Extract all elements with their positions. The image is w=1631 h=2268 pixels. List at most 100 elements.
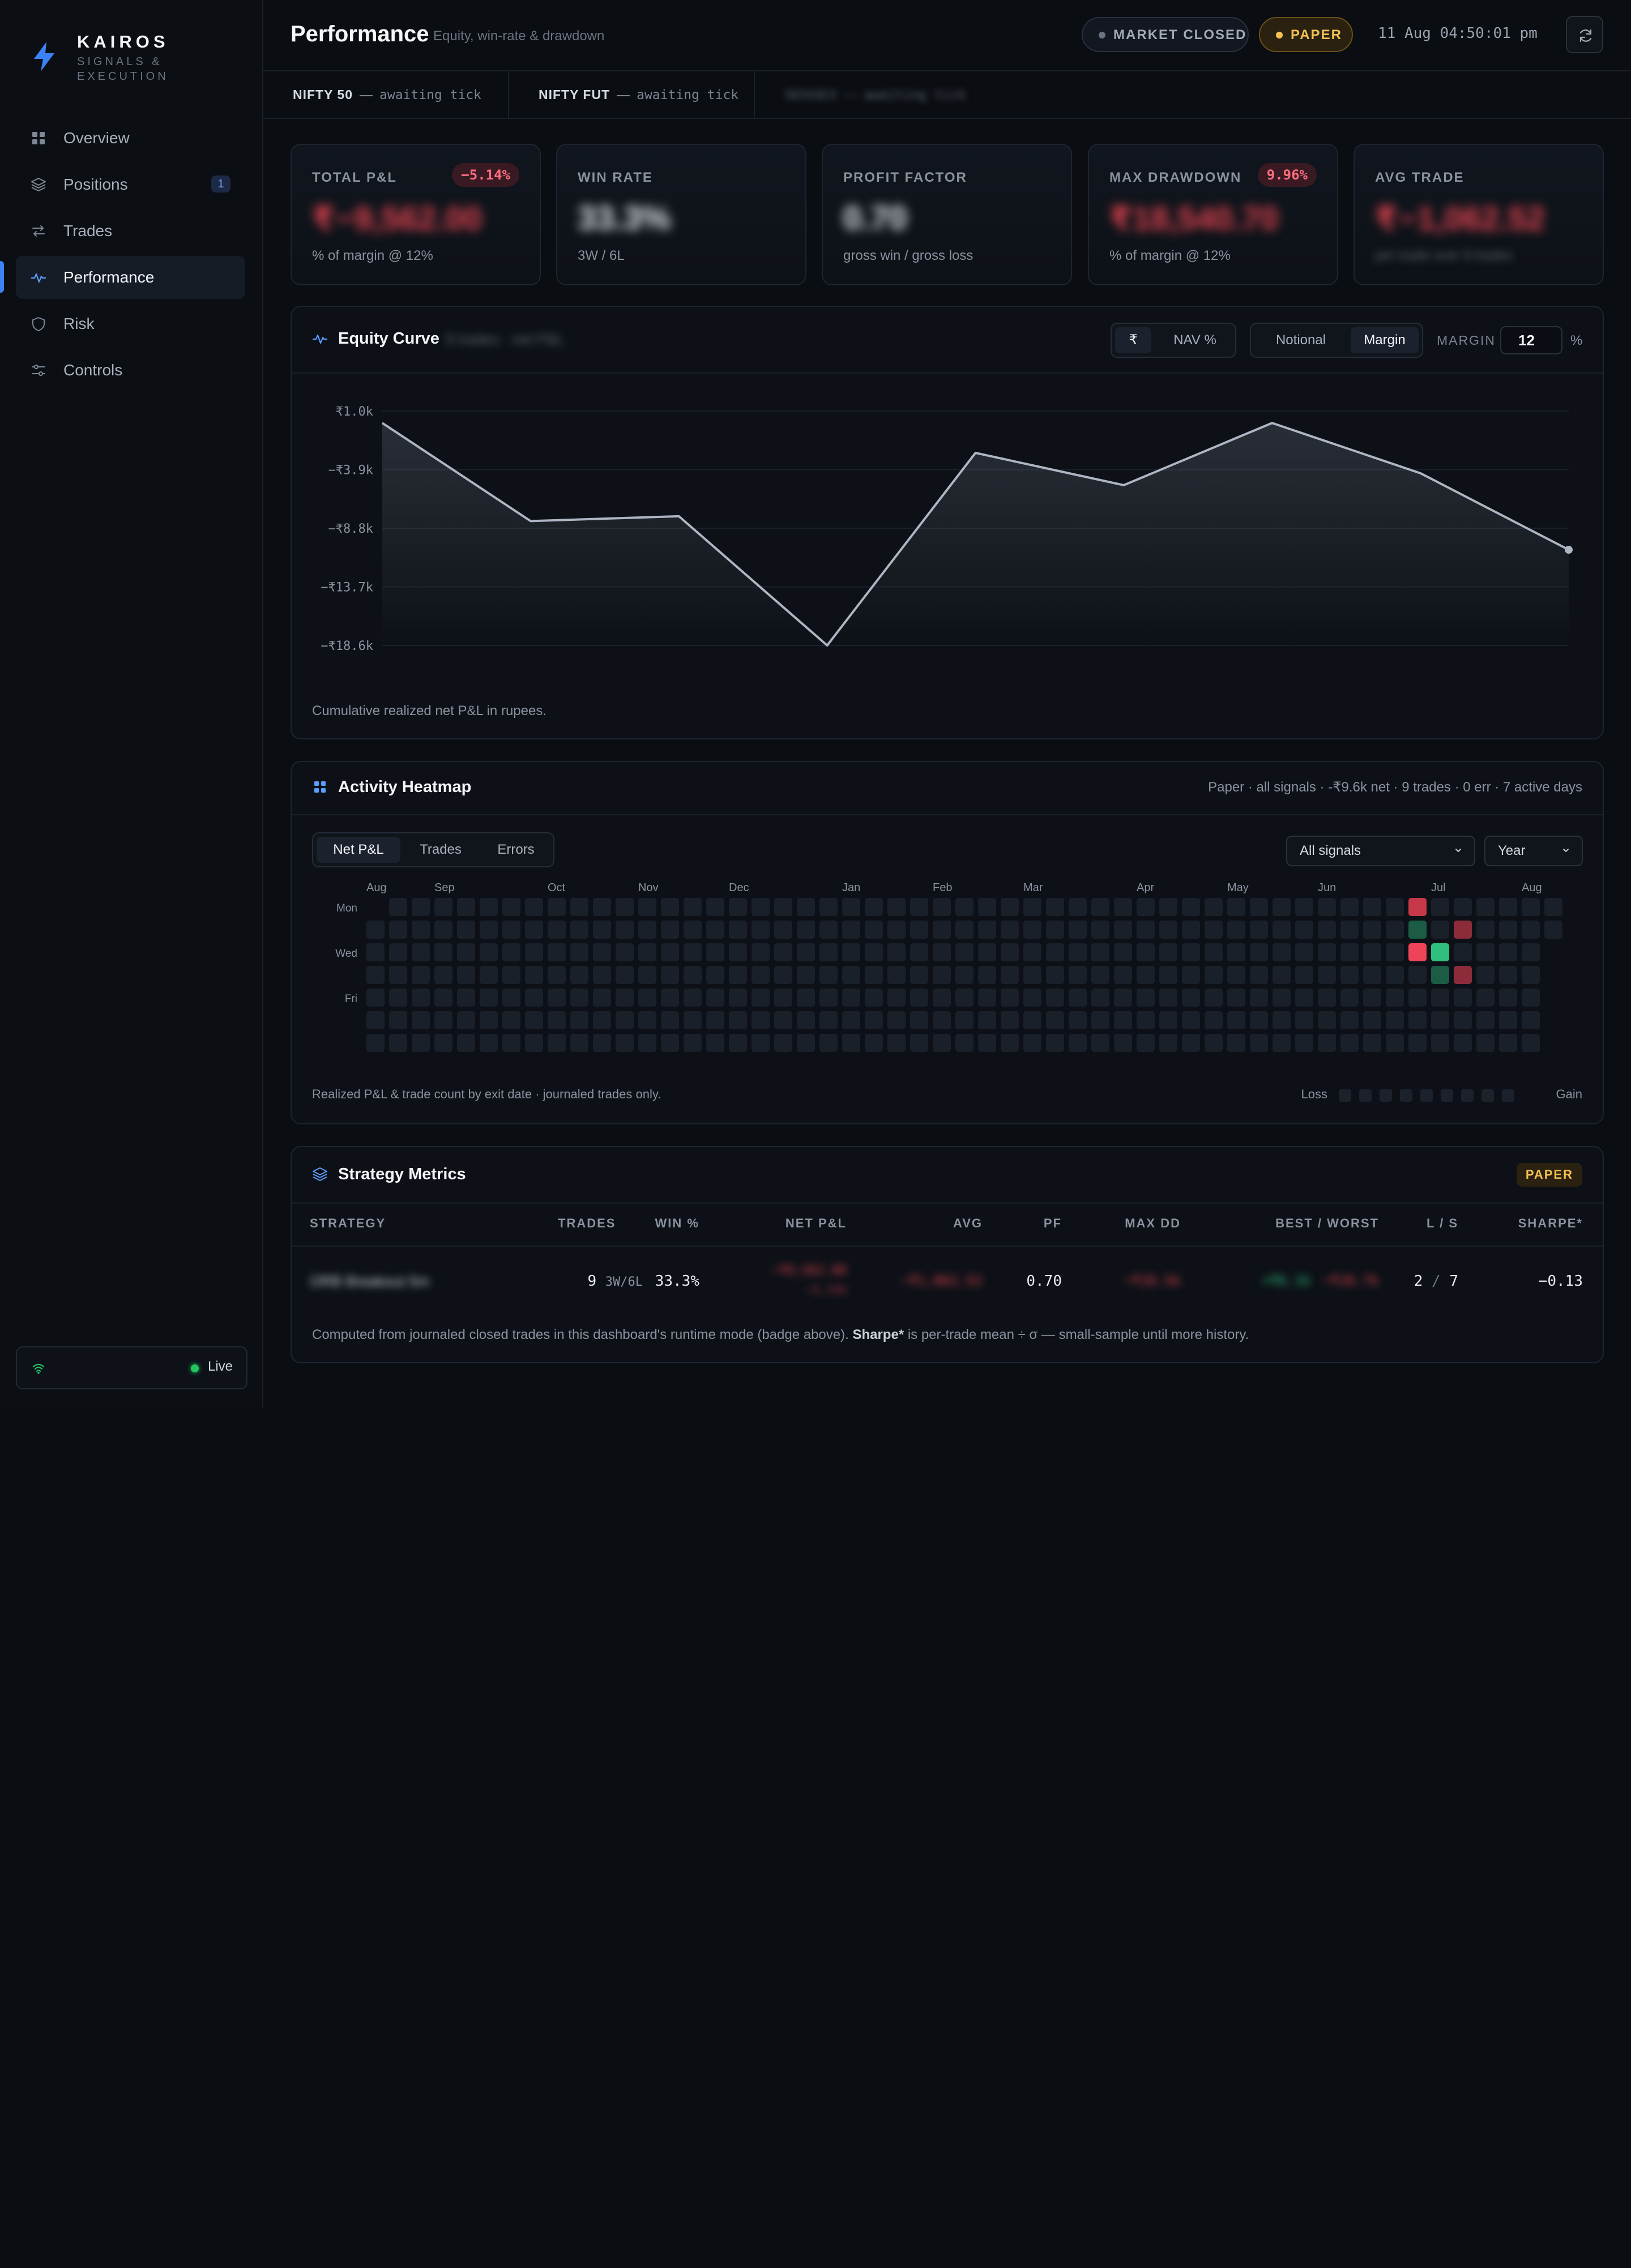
heatmap-cell[interactable] <box>1340 1034 1359 1052</box>
heatmap-cell[interactable] <box>1069 966 1087 984</box>
heatmap-cell[interactable] <box>1182 1034 1200 1052</box>
heatmap-cell[interactable] <box>684 966 702 984</box>
heatmap-cell[interactable] <box>661 966 679 984</box>
heatmap-cell[interactable] <box>1522 898 1540 916</box>
heatmap-cell[interactable] <box>616 943 634 961</box>
heatmap-cell[interactable] <box>955 988 974 1007</box>
heatmap-cell[interactable] <box>1001 1011 1019 1029</box>
heatmap-cell[interactable] <box>1295 966 1313 984</box>
heatmap-cell[interactable] <box>1227 921 1245 939</box>
heatmap-cell[interactable] <box>1273 898 1291 916</box>
heatmap-cell[interactable] <box>1250 921 1268 939</box>
heatmap-cell[interactable] <box>1408 988 1427 1007</box>
heatmap-cell[interactable] <box>412 966 430 984</box>
heatmap-cell[interactable] <box>1137 898 1155 916</box>
heatmap-cell[interactable] <box>1227 988 1245 1007</box>
column-header-trades[interactable]: TRADES <box>558 1216 614 1231</box>
heatmap-cell[interactable] <box>525 921 543 939</box>
heatmap-cell[interactable] <box>978 1011 996 1029</box>
unit-option-rupee[interactable]: ₹ <box>1115 327 1151 353</box>
heatmap-cell[interactable] <box>1114 921 1132 939</box>
heatmap-cell[interactable] <box>797 943 815 961</box>
heatmap-cell[interactable] <box>865 943 883 961</box>
heatmap-cell[interactable] <box>1137 1034 1155 1052</box>
column-header-long-short[interactable]: L / S <box>1413 1216 1458 1231</box>
heatmap-cell[interactable] <box>933 988 951 1007</box>
heatmap-cell[interactable] <box>1386 898 1404 916</box>
metric-option-trades[interactable]: Trades <box>404 837 477 863</box>
heatmap-cell[interactable] <box>1340 898 1359 916</box>
heatmap-cell[interactable] <box>638 921 656 939</box>
heatmap-cell[interactable] <box>1522 988 1540 1007</box>
signal-filter-select[interactable]: All signals <box>1286 836 1475 866</box>
heatmap-cell[interactable] <box>1522 966 1540 984</box>
heatmap-cell[interactable] <box>1318 921 1336 939</box>
heatmap-cell[interactable] <box>434 943 452 961</box>
heatmap-cell[interactable] <box>1137 921 1155 939</box>
heatmap-cell[interactable] <box>480 943 498 961</box>
heatmap-cell[interactable] <box>457 921 475 939</box>
heatmap-cell[interactable] <box>752 988 770 1007</box>
heatmap-cell[interactable] <box>955 943 974 961</box>
heatmap-cell[interactable] <box>1363 966 1381 984</box>
heatmap-cell-active[interactable] <box>1408 943 1427 961</box>
heatmap-cell[interactable] <box>457 966 475 984</box>
margin-input[interactable] <box>1500 326 1562 354</box>
heatmap-cell[interactable] <box>570 921 588 939</box>
sidebar-item-positions[interactable]: Positions 1 <box>16 163 245 206</box>
heatmap-cell[interactable] <box>593 1034 611 1052</box>
heatmap-cell[interactable] <box>616 988 634 1007</box>
heatmap-cell[interactable] <box>910 1034 928 1052</box>
heatmap-cell[interactable] <box>819 1034 838 1052</box>
heatmap-cell[interactable] <box>1363 943 1381 961</box>
heatmap-cell[interactable] <box>978 1034 996 1052</box>
heatmap-cell[interactable] <box>1205 898 1223 916</box>
heatmap-cell[interactable] <box>412 988 430 1007</box>
sidebar-item-trades[interactable]: Trades <box>16 209 245 253</box>
heatmap-cell[interactable] <box>774 1034 792 1052</box>
heatmap-cell[interactable] <box>1159 943 1177 961</box>
heatmap-cell[interactable] <box>1499 921 1517 939</box>
heatmap-cell[interactable] <box>1499 966 1517 984</box>
heatmap-cell[interactable] <box>389 966 407 984</box>
heatmap-cell[interactable] <box>1182 1011 1200 1029</box>
heatmap-cell[interactable] <box>389 988 407 1007</box>
heatmap-cell[interactable] <box>706 966 724 984</box>
heatmap-cell[interactable] <box>480 1034 498 1052</box>
basis-option-margin[interactable]: Margin <box>1351 327 1419 353</box>
heatmap-cell[interactable] <box>797 966 815 984</box>
heatmap-cell[interactable] <box>684 943 702 961</box>
heatmap-cell[interactable] <box>684 1011 702 1029</box>
heatmap-cell[interactable] <box>638 988 656 1007</box>
heatmap-cell[interactable] <box>887 988 906 1007</box>
heatmap-cell[interactable] <box>797 1034 815 1052</box>
heatmap-cell[interactable] <box>1522 1011 1540 1029</box>
heatmap-cell[interactable] <box>819 1011 838 1029</box>
heatmap-cell[interactable] <box>1023 1034 1041 1052</box>
heatmap-cell[interactable] <box>1182 921 1200 939</box>
heatmap-cell[interactable] <box>480 898 498 916</box>
heatmap-cell[interactable] <box>616 898 634 916</box>
heatmap-cell[interactable] <box>752 943 770 961</box>
heatmap-cell[interactable] <box>842 921 860 939</box>
heatmap-cell[interactable] <box>1114 988 1132 1007</box>
heatmap-cell[interactable] <box>1159 1034 1177 1052</box>
heatmap-cell[interactable] <box>366 966 385 984</box>
heatmap-cell[interactable] <box>978 988 996 1007</box>
heatmap-cell[interactable] <box>1091 1011 1109 1029</box>
heatmap-cell[interactable] <box>729 1034 747 1052</box>
heatmap-cell[interactable] <box>616 921 634 939</box>
heatmap-cell[interactable] <box>933 1034 951 1052</box>
heatmap-cell[interactable] <box>1295 921 1313 939</box>
heatmap-cell[interactable] <box>1476 1034 1495 1052</box>
heatmap-cell[interactable] <box>1273 943 1291 961</box>
heatmap-cell[interactable] <box>1431 921 1449 939</box>
heatmap-cell[interactable] <box>752 966 770 984</box>
heatmap-cell[interactable] <box>1046 943 1064 961</box>
column-header-max-dd[interactable]: MAX DD <box>1101 1216 1181 1231</box>
heatmap-cell[interactable] <box>434 966 452 984</box>
heatmap-cell[interactable] <box>1273 1034 1291 1052</box>
column-header-sharpe[interactable]: SHARPE* <box>1498 1216 1583 1231</box>
heatmap-cell[interactable] <box>865 921 883 939</box>
heatmap-cell[interactable] <box>774 988 792 1007</box>
